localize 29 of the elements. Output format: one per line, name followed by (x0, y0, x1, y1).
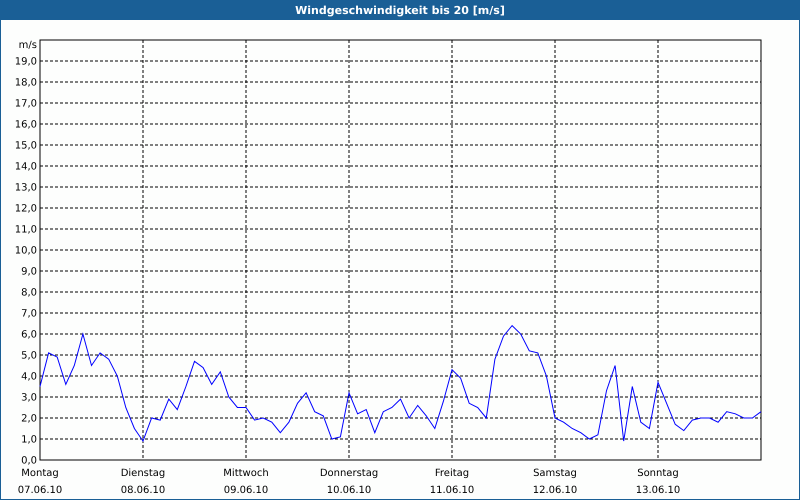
x-tick-label: Montag 07.06.10 (18, 468, 62, 496)
x-tick-label: Donnerstag 10.06.10 (320, 468, 378, 496)
y-tick-label: 16,0 (14, 120, 37, 130)
y-tick-label: 1,0 (21, 434, 37, 446)
y-tick-label: 4,0 (21, 372, 37, 382)
y-tick-label: 12,0 (14, 204, 37, 214)
y-tick-label: 18,0 (14, 78, 37, 88)
y-tick-label: 15,0 (14, 140, 37, 152)
x-tick-label: Sonntag 13.06.10 (636, 468, 680, 496)
y-tick-label: 13,0 (14, 182, 37, 194)
y-tick-label: 17,0 (14, 98, 37, 110)
y-tick-label: 10,0 (14, 246, 37, 256)
y-tick-label: 7,0 (21, 308, 37, 320)
y-tick-label: 19,0 (14, 56, 37, 68)
y-tick-label: 3,0 (21, 392, 37, 404)
x-tick-label: Freitag 11.06.10 (430, 468, 474, 496)
y-tick-label: 8,0 (21, 288, 37, 298)
x-tick-label: Mittwoch 09.06.10 (223, 468, 269, 496)
chart-title: Windgeschwindigkeit bis 20 [m/s] (295, 4, 505, 17)
y-axis-unit: m/s (18, 40, 37, 51)
y-tick-label: 6,0 (21, 330, 37, 340)
x-tick-label: Dienstag 08.06.10 (120, 468, 166, 496)
y-tick-label: 11,0 (14, 224, 37, 236)
y-tick-label: 0,0 (21, 456, 37, 466)
y-tick-label: 2,0 (21, 414, 37, 424)
y-tick-label: 9,0 (21, 266, 37, 278)
x-tick-label: Samstag 12.06.10 (532, 468, 578, 496)
y-tick-label: 5,0 (21, 350, 37, 362)
y-tick-label: 14,0 (14, 162, 37, 172)
